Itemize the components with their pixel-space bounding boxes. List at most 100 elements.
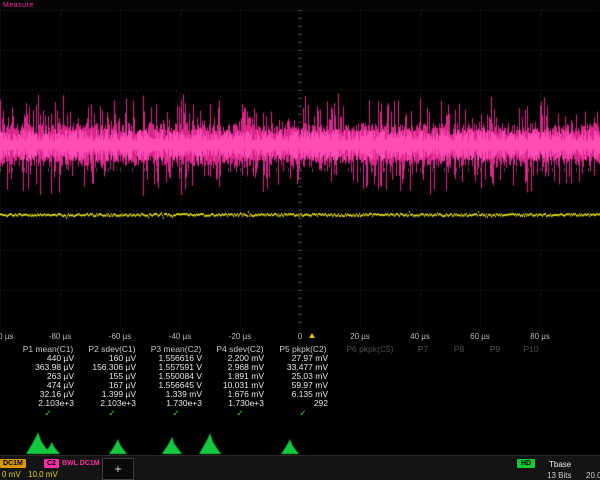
measure-value: 167 µV (82, 381, 144, 390)
timebase-bits: 13 Bits (547, 471, 571, 480)
trigger-position-icon[interactable] (309, 333, 315, 338)
empty-cell (406, 408, 442, 419)
measure-value (514, 399, 550, 408)
time-axis-label: 0 (298, 332, 302, 341)
measure-value: 59.97 mV (272, 381, 336, 390)
measure-header-p1[interactable]: P1 mean(C1) (16, 344, 82, 354)
time-axis-label: -80 µs (49, 332, 71, 341)
measure-value (336, 390, 406, 399)
time-axis-label: -100 µs (0, 332, 13, 341)
measure-value (478, 363, 514, 372)
waveform-grid-canvas[interactable] (0, 10, 600, 330)
measure-value: 1.676 mV (210, 390, 272, 399)
empty-cell (478, 408, 514, 419)
measure-value: 27.97 mV (272, 354, 336, 363)
time-axis-label: -60 µs (109, 332, 131, 341)
time-axis-label: 60 µs (470, 332, 490, 341)
measure-value: 2.103e+3 (82, 399, 144, 408)
bottom-bar: DC1M 0 mV 10.0 mV C2 BWL DC1M + HD Tbase… (0, 455, 600, 480)
measure-header-p6[interactable]: P6 pkpk(C5) (336, 344, 406, 354)
timebase-scale: 20.0 µs (586, 471, 600, 480)
measure-header-p4[interactable]: P4 sdev(C2) (210, 344, 272, 354)
measure-value (442, 363, 478, 372)
measure-value (406, 390, 442, 399)
time-axis: -100 µs-80 µs-60 µs-40 µs-20 µs020 µs40 … (0, 330, 600, 344)
measure-value (514, 390, 550, 399)
measure-value: 25.03 mV (272, 372, 336, 381)
measure-table-header-row: P1 mean(C1)P2 sdev(C1)P3 mean(C2)P4 sdev… (16, 344, 600, 354)
measure-value (478, 354, 514, 363)
channel2-descriptor[interactable]: C2 (44, 459, 59, 468)
channel1-descriptor[interactable]: DC1M (0, 459, 26, 468)
measure-value (478, 381, 514, 390)
measure-value: 1.339 mV (144, 390, 210, 399)
measure-value: 363.98 µV (16, 363, 82, 372)
measure-value (442, 354, 478, 363)
empty-cell (514, 408, 550, 419)
measure-header-p7[interactable]: P7 (406, 344, 442, 354)
measure-header-p9[interactable]: P9 (478, 344, 514, 354)
measure-value (336, 372, 406, 381)
measure-value: 155 µV (82, 372, 144, 381)
measure-value (514, 381, 550, 390)
top-strip: Measure (0, 0, 600, 10)
measure-row-5: 32.16 µV1.399 µV1.339 mV1.676 mV6.135 mV (16, 390, 600, 399)
hd-mode-badge[interactable]: HD (517, 459, 535, 468)
measure-value (406, 363, 442, 372)
empty-cell (442, 408, 478, 419)
time-axis-label: -40 µs (169, 332, 191, 341)
measure-row-3: 263 µV155 µV1.550084 V1.891 mV25.03 mV (16, 372, 600, 381)
measure-row-1: 440 µV160 µV1.556616 V2.200 mV27.97 mV (16, 354, 600, 363)
measure-row-4: 474 µV167 µV1.556645 V10.031 mV59.97 mV (16, 381, 600, 390)
measure-header-p2[interactable]: P2 sdev(C1) (82, 344, 144, 354)
measure-value: 292 (272, 399, 336, 408)
measure-value (336, 381, 406, 390)
measure-value: 1.557591 V (144, 363, 210, 372)
measure-value: 263 µV (16, 372, 82, 381)
measure-value (406, 372, 442, 381)
measure-value: 2.968 mV (210, 363, 272, 372)
check-icon: ✓ (82, 408, 144, 419)
check-icon: ✓ (272, 408, 336, 419)
measure-value (406, 381, 442, 390)
measure-value (336, 363, 406, 372)
measure-value: 160 µV (82, 354, 144, 363)
measure-row-6: 2.103e+32.103e+31.730e+31.730e+3292 (16, 399, 600, 408)
measure-row-2: 363.98 µV156.306 µV1.557591 V2.968 mV33.… (16, 363, 600, 372)
channel1-scale: 10.0 mV (28, 470, 58, 479)
measure-header-p10[interactable]: P10 (514, 344, 550, 354)
check-icon: ✓ (144, 408, 210, 419)
empty-cell (336, 408, 406, 419)
measure-status-row: ✓✓✓✓✓ (16, 408, 600, 419)
measure-value (478, 390, 514, 399)
measure-header-p3[interactable]: P3 mean(C2) (144, 344, 210, 354)
measure-value: 156.306 µV (82, 363, 144, 372)
measure-histicon-canvas[interactable] (0, 421, 600, 455)
measure-value: 1.891 mV (210, 372, 272, 381)
check-icon: ✓ (210, 408, 272, 419)
measure-value: 6.135 mV (272, 390, 336, 399)
measure-value: 1.556616 V (144, 354, 210, 363)
measure-value: 1.550084 V (144, 372, 210, 381)
measure-value: 2.200 mV (210, 354, 272, 363)
measure-value (514, 372, 550, 381)
measure-value (442, 381, 478, 390)
measure-value (336, 399, 406, 408)
timebase-label[interactable]: Tbase (549, 460, 571, 469)
measure-value: 440 µV (16, 354, 82, 363)
measure-value (514, 363, 550, 372)
measure-header-p5[interactable]: P5 pkpk(C2) (272, 344, 336, 354)
measure-value: 1.730e+3 (210, 399, 272, 408)
measure-value: 1.556645 V (144, 381, 210, 390)
time-axis-label: 40 µs (410, 332, 430, 341)
measure-value (514, 354, 550, 363)
top-left-label: Measure (3, 2, 34, 9)
measure-value (406, 399, 442, 408)
measure-value: 10.031 mV (210, 381, 272, 390)
time-axis-label: 80 µs (530, 332, 550, 341)
crosshair-button[interactable]: + (102, 458, 134, 480)
oscilloscope-screen: Measure -100 µs-80 µs-60 µs-40 µs-20 µs0… (0, 0, 600, 480)
measure-value (336, 354, 406, 363)
measure-value (478, 399, 514, 408)
measure-header-p8[interactable]: P8 (442, 344, 478, 354)
